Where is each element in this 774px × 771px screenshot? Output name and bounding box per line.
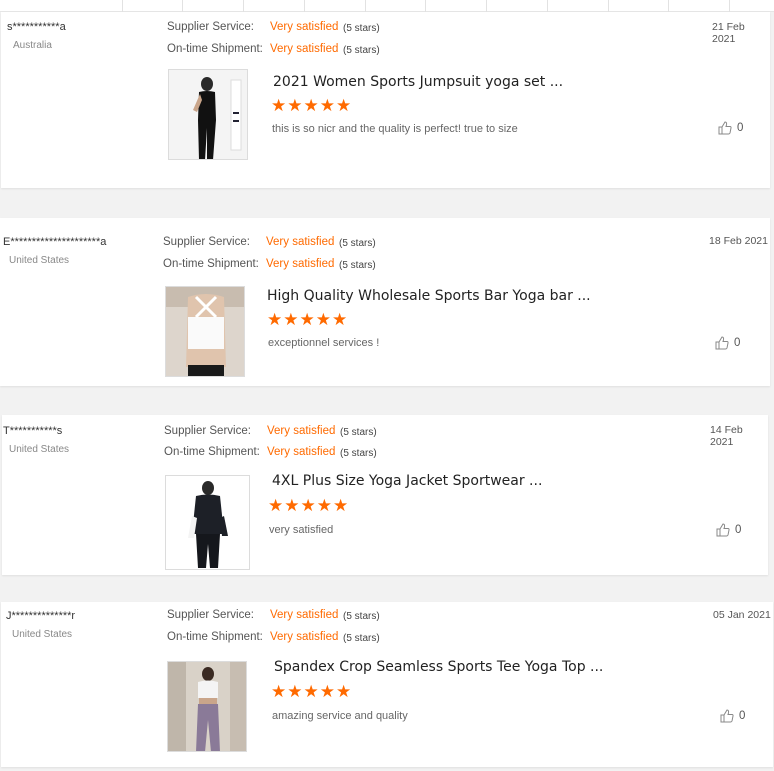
supplier-service-value: Very satisfied [267,425,336,437]
like-count: 0 [734,337,741,349]
thumbs-up-icon [715,336,729,350]
top-tab-strip [0,0,774,12]
product-title[interactable]: 4XL Plus Size Yoga Jacket Sportwear ... [272,473,542,489]
tab-divider [122,0,123,12]
reviewer-country: United States [9,444,70,455]
reviewer-name: s***********a [7,21,66,33]
like-count: 0 [737,122,744,134]
supplier-service-label: Supplier Service: [163,236,250,248]
review-date: 05 Jan 2021 [713,609,771,621]
on-time-shipment-label: On-time Shipment: [163,258,259,270]
supplier-service-stars: (5 stars) [339,238,376,249]
tab-divider [729,0,730,12]
reviewer-name: J**************r [6,610,76,622]
product-image [168,662,246,751]
product-title[interactable]: 2021 Women Sports Jumpsuit yoga set ... [273,74,563,90]
like-count: 0 [735,524,742,536]
review-comment: amazing service and quality [272,710,408,722]
tab-divider [608,0,609,12]
product-thumbnail[interactable] [165,475,250,570]
reviewer-country: United States [9,255,70,266]
tab-divider [365,0,366,12]
supplier-service-label: Supplier Service: [167,609,254,621]
on-time-shipment-label: On-time Shipment: [164,446,260,458]
tab-divider [486,0,487,12]
thumbs-up-icon [720,709,734,723]
star-rating: ★★★★★ [268,496,350,515]
product-image [166,476,249,569]
star-rating: ★★★★★ [271,96,353,115]
product-title[interactable]: Spandex Crop Seamless Sports Tee Yoga To… [274,659,603,675]
reviewer-name: E*********************a [3,236,107,248]
on-time-shipment-stars: (5 stars) [340,448,377,459]
tab-divider [668,0,669,12]
supplier-service-stars: (5 stars) [340,427,377,438]
supplier-service-stars: (5 stars) [343,611,380,622]
like-button[interactable]: 0 [716,523,741,537]
reviewer-country: Australia [13,40,52,51]
star-rating: ★★★★★ [267,310,349,329]
review-date: 21 Feb 2021 [712,21,745,45]
on-time-shipment-stars: (5 stars) [339,260,376,271]
on-time-shipment-value: Very satisfied [270,631,339,643]
review-comment: exceptionnel services ! [268,337,380,349]
tab-divider [304,0,305,12]
reviewer-name: T***********s [3,425,63,437]
product-image [169,70,247,159]
review-date: 14 Feb 2021 [710,424,743,448]
like-count: 0 [739,710,746,722]
product-title[interactable]: High Quality Wholesale Sports Bar Yoga b… [267,288,591,304]
review-comment: very satisfied [269,524,334,536]
review-date: 18 Feb 2021 [709,235,768,247]
on-time-shipment-value: Very satisfied [266,258,335,270]
review-card: E*********************a United States Su… [0,218,770,386]
supplier-service-value: Very satisfied [270,21,339,33]
on-time-shipment-stars: (5 stars) [343,633,380,644]
tab-divider [425,0,426,12]
review-card: J**************r United States Supplier … [1,602,773,767]
thumbs-up-icon [718,121,732,135]
like-button[interactable]: 0 [715,336,740,350]
tab-divider [182,0,183,12]
reviewer-country: United States [12,629,73,640]
supplier-service-value: Very satisfied [270,609,339,621]
review-comment: this is so nicr and the quality is perfe… [272,123,518,135]
thumbs-up-icon [716,523,730,537]
star-rating: ★★★★★ [271,682,353,701]
product-image [166,287,244,376]
review-card: T***********s United States Supplier Ser… [2,415,768,575]
on-time-shipment-label: On-time Shipment: [167,43,263,55]
on-time-shipment-stars: (5 stars) [343,45,380,56]
on-time-shipment-value: Very satisfied [267,446,336,458]
supplier-service-stars: (5 stars) [343,23,380,34]
supplier-service-label: Supplier Service: [164,425,251,437]
review-card: s***********a Australia Supplier Service… [1,12,770,188]
supplier-service-value: Very satisfied [266,236,335,248]
product-thumbnail[interactable] [168,69,248,160]
like-button[interactable]: 0 [718,121,743,135]
supplier-service-label: Supplier Service: [167,21,254,33]
like-button[interactable]: 0 [720,709,745,723]
on-time-shipment-label: On-time Shipment: [167,631,263,643]
tab-divider [243,0,244,12]
product-thumbnail[interactable] [167,661,247,752]
product-thumbnail[interactable] [165,286,245,377]
on-time-shipment-value: Very satisfied [270,43,339,55]
tab-divider [547,0,548,12]
